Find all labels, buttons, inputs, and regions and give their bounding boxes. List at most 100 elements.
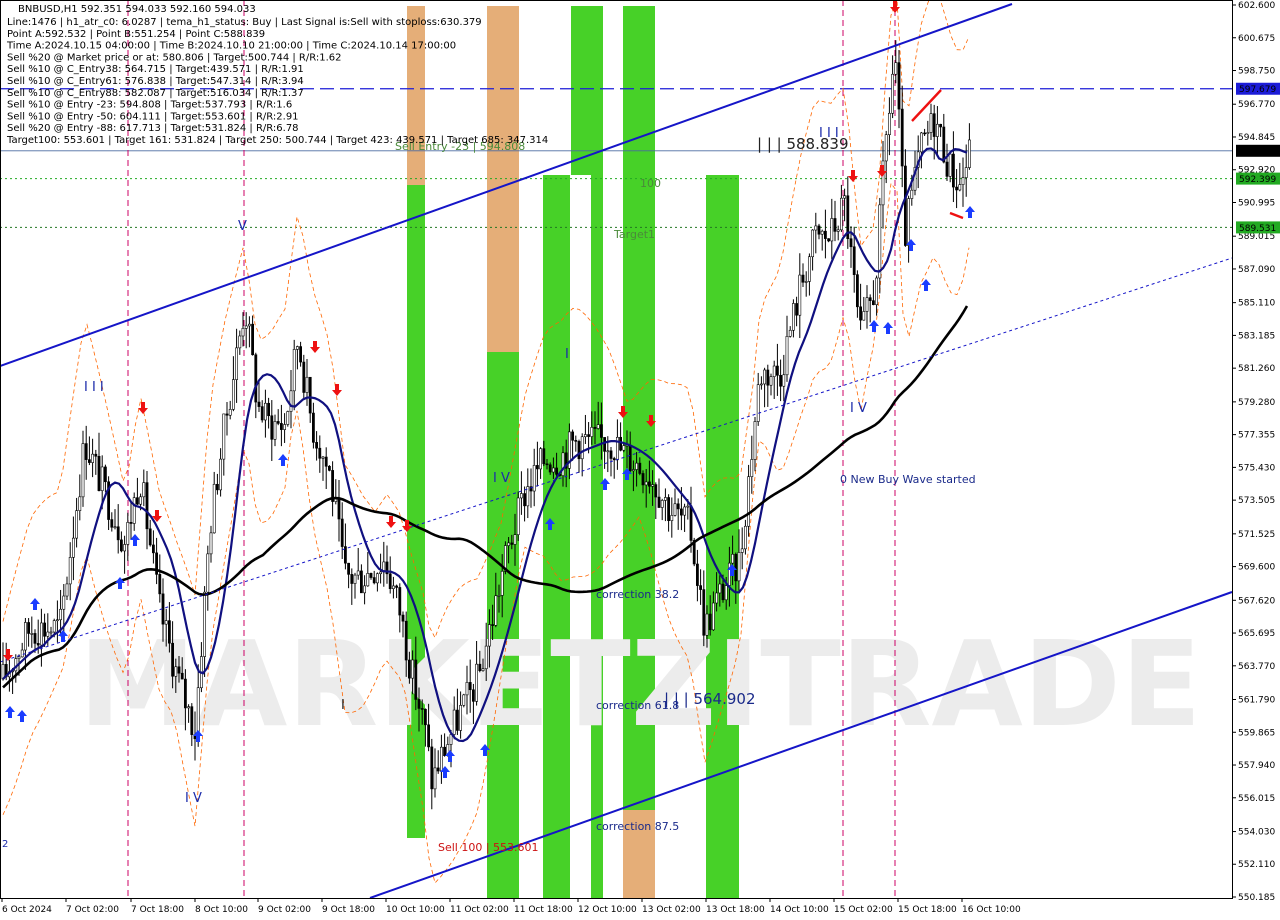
candle-body <box>724 585 728 601</box>
x-tick-label: 16 Oct 10:00 <box>962 905 1021 915</box>
candle-body <box>795 303 799 316</box>
candle-body <box>855 274 859 308</box>
trading-chart: MARKETZITRADE Sell Entry -23 | 594.808 1… <box>0 0 1280 920</box>
correction-61-label: correction 61.8 <box>596 699 679 712</box>
candle-body <box>439 746 443 772</box>
candle-body <box>814 225 818 231</box>
candle-body <box>177 666 181 674</box>
wave-iv-left: I V <box>185 791 202 806</box>
candle-body <box>404 620 408 661</box>
candle-body <box>923 132 927 135</box>
candle-body <box>78 496 82 511</box>
candle-body <box>235 347 239 380</box>
candle-body <box>123 544 127 552</box>
candle-body <box>292 349 296 392</box>
y-tick-label: 602.600 <box>1238 1 1275 11</box>
candle-body <box>97 455 101 491</box>
price-tag-label: 597.679 <box>1239 85 1276 95</box>
candle-body <box>180 672 184 680</box>
candle-body <box>852 246 856 275</box>
candle-body <box>775 365 779 376</box>
candle-body <box>49 631 53 634</box>
y-tick-label: 561.790 <box>1238 696 1275 706</box>
candle-body <box>158 574 162 595</box>
candle-body <box>20 649 24 658</box>
candle-body <box>894 62 898 75</box>
candle-body <box>375 573 379 584</box>
candle-body <box>238 335 242 349</box>
candle-body <box>423 708 427 726</box>
candle-body <box>350 574 354 584</box>
candle-body <box>820 230 824 235</box>
candle-body <box>471 689 475 702</box>
y-tick-label: 557.940 <box>1238 761 1275 771</box>
info-line: Sell %10 @ Entry -23: 594.808 | Target:5… <box>7 100 292 111</box>
candle-body <box>763 369 767 385</box>
candle-body <box>715 592 719 604</box>
candle-body <box>216 483 219 491</box>
candle-body <box>964 167 968 178</box>
candle-body <box>897 62 901 110</box>
candle-body <box>955 186 959 191</box>
candle-body <box>244 325 248 329</box>
candle-body <box>388 573 392 589</box>
candle-body <box>449 734 453 745</box>
candle-body <box>487 624 491 647</box>
candle-body <box>622 445 626 451</box>
candle-body <box>347 562 351 575</box>
candle-body <box>635 462 639 470</box>
candle-body <box>30 633 34 635</box>
candle-body <box>337 498 341 520</box>
signal-zone <box>706 175 739 898</box>
candle-body <box>939 123 943 128</box>
candle-body <box>171 642 175 677</box>
candle-body <box>120 539 123 552</box>
candle-body <box>459 705 463 731</box>
candle-body <box>593 427 597 429</box>
candle-body <box>612 458 616 461</box>
candle-body <box>958 184 962 191</box>
y-tick-label: 552.110 <box>1238 860 1275 870</box>
wave-i-label: I <box>565 347 569 362</box>
candle-body <box>830 218 834 242</box>
x-tick-label: 15 Oct 02:00 <box>834 905 893 915</box>
candle-body <box>369 573 373 578</box>
candle-body <box>843 195 847 199</box>
info-line: Time A:2024.10.15 04:00:00 | Time B:2024… <box>6 41 456 52</box>
candle-body <box>663 497 667 501</box>
candle-body <box>190 706 194 735</box>
candle-body <box>836 229 840 232</box>
candle-body <box>839 197 843 231</box>
candle-body <box>747 476 751 527</box>
price-tag-label: 594.033 <box>1239 147 1276 157</box>
candle-body <box>948 153 952 177</box>
candle-body <box>152 544 155 554</box>
candle-body <box>513 534 517 545</box>
y-tick-label: 579.280 <box>1238 398 1275 408</box>
candle-body <box>267 402 271 417</box>
candle-body <box>811 229 815 258</box>
y-tick-label: 600.675 <box>1238 34 1275 44</box>
candle-body <box>532 465 536 492</box>
wave-ii-label: I <box>341 698 345 713</box>
candle-body <box>686 505 690 508</box>
candle-body <box>702 589 706 636</box>
candle-body <box>695 563 699 586</box>
candle-body <box>718 583 722 594</box>
candle-body <box>436 767 440 772</box>
candle-body <box>222 413 226 460</box>
y-tick-label: 556.015 <box>1238 794 1275 804</box>
candle-body <box>919 132 923 153</box>
candle-body <box>545 463 549 466</box>
candle-body <box>478 663 482 671</box>
candle-body <box>276 421 280 424</box>
candle-body <box>452 709 456 735</box>
candle-body <box>379 571 383 575</box>
candle-body <box>164 620 168 625</box>
left-edge-label: 2 <box>2 839 8 850</box>
candle-body <box>641 473 645 486</box>
candle-body <box>910 189 914 199</box>
candle-body <box>263 402 267 421</box>
candle-body <box>148 528 152 546</box>
candle-body <box>743 525 747 550</box>
